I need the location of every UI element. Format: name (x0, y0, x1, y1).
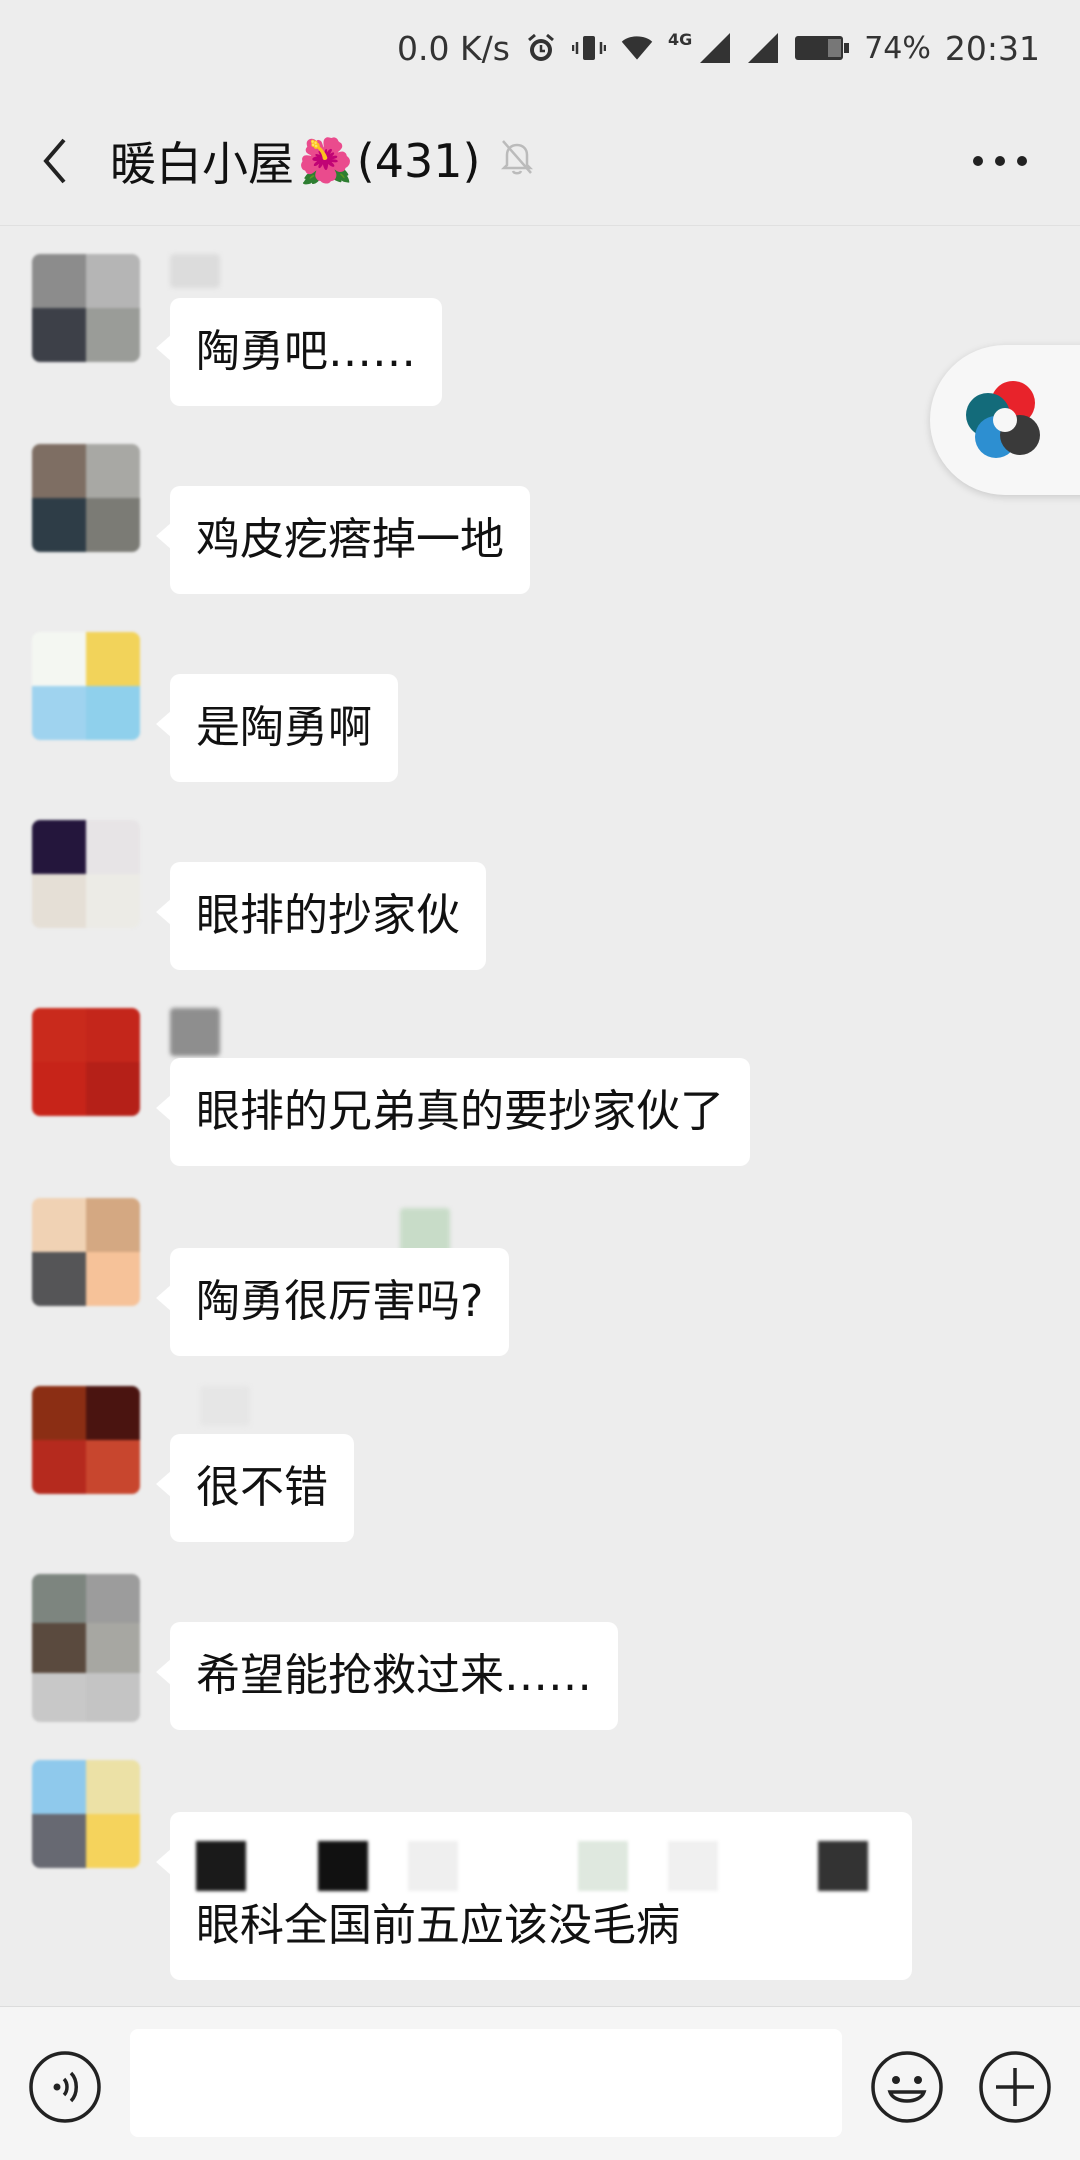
plus-icon (979, 2051, 1051, 2123)
sender-name (170, 1008, 220, 1056)
chevron-left-icon (43, 138, 66, 183)
voice-icon (29, 2051, 101, 2123)
sender-name (170, 254, 220, 288)
floating-app-button[interactable] (930, 345, 1080, 495)
battery-icon (794, 33, 850, 63)
back-button[interactable] (0, 96, 110, 226)
voice-button[interactable] (28, 2050, 102, 2124)
group-name: 暖白小屋 (110, 136, 294, 191)
chat-title: 暖白小屋 🌺 (431) (110, 128, 535, 194)
avatar[interactable] (32, 632, 140, 740)
avatar[interactable] (32, 444, 140, 552)
vibrate-icon (571, 31, 606, 65)
message-bubble[interactable]: 眼科全国前五应该没毛病 (156, 1812, 912, 1980)
member-count: (431) (356, 133, 481, 188)
message-bubble[interactable]: 眼排的兄弟真的要抄家伙了 (156, 1058, 750, 1166)
avatar[interactable] (32, 1008, 140, 1116)
avatar[interactable] (32, 1386, 140, 1494)
hibiscus-emoji: 🌺 (298, 135, 353, 187)
signal-icon (698, 31, 732, 65)
message-bubble[interactable]: 是陶勇啊 (156, 674, 398, 782)
emoji-icon (871, 2051, 943, 2123)
more-functions-button[interactable] (978, 2050, 1052, 2124)
app-logo-icon (966, 381, 1040, 458)
chat-header: 暖白小屋 🌺 (431) (0, 96, 1080, 226)
message-bubble[interactable]: 陶勇吧…… (156, 298, 442, 406)
avatar[interactable] (32, 254, 140, 362)
blurred-mention-row (196, 1840, 886, 1892)
avatar[interactable] (32, 1574, 140, 1722)
message-bubble[interactable]: 眼排的抄家伙 (156, 862, 486, 970)
signal-icon (746, 31, 780, 65)
input-bar (0, 2006, 1080, 2160)
network-speed: 0.0 K/s (397, 28, 510, 68)
message-bubble[interactable]: 希望能抢救过来…… (156, 1622, 618, 1730)
network-type: 4G (667, 30, 693, 49)
emoji-button[interactable] (870, 2050, 944, 2124)
avatar[interactable] (32, 1198, 140, 1306)
message-list[interactable]: 陶勇吧…… 鸡皮疙瘩掉一地 是陶勇啊 眼排的抄家伙 眼排的兄弟真的要抄家伙了 陶… (0, 226, 1080, 2006)
more-dots-icon (973, 156, 1027, 166)
more-button[interactable] (950, 96, 1050, 226)
wifi-icon (620, 31, 654, 65)
message-bubble[interactable]: 陶勇很厉害吗? (155, 1248, 510, 1356)
clock: 20:31 (944, 28, 1040, 68)
message-bubble[interactable]: 鸡皮疙瘩掉一地 (156, 486, 530, 594)
bell-off-icon (499, 134, 535, 188)
sender-name (200, 1386, 250, 1426)
alarm-icon (524, 31, 558, 65)
message-bubble[interactable]: 很不错 (156, 1434, 354, 1542)
battery-level: 74% (864, 30, 931, 66)
message-text: 眼科全国前五应该没毛病 (196, 1900, 680, 1951)
avatar[interactable] (32, 1760, 140, 1868)
avatar[interactable] (32, 820, 140, 928)
message-input[interactable] (130, 2029, 842, 2137)
status-bar: 0.0 K/s 4G 74% 20:31 (0, 0, 1080, 96)
